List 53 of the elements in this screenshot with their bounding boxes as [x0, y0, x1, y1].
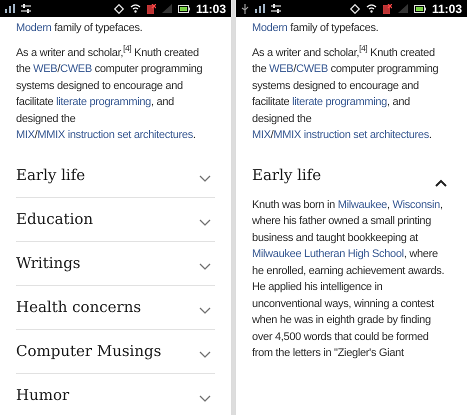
- link[interactable]: Modern: [252, 22, 288, 34]
- section-header[interactable]: Writings: [16, 242, 215, 284]
- battery-icon: [414, 4, 426, 12]
- signal-bars-icon: [5, 4, 15, 13]
- link[interactable]: literate programming: [292, 96, 387, 108]
- chevron-up-icon: [435, 178, 447, 186]
- link[interactable]: CWEB: [60, 63, 92, 75]
- cell-signal-icon: [162, 4, 172, 13]
- chevron-down-icon: [199, 262, 211, 270]
- sliders-icon: [21, 4, 31, 13]
- link[interactable]: Wisconsin: [392, 198, 440, 210]
- status-time: 11:03: [196, 2, 226, 14]
- section-header[interactable]: Computer Musings: [16, 330, 215, 372]
- wifi-icon: [130, 4, 141, 13]
- section-header[interactable]: Education: [16, 198, 215, 240]
- section-header[interactable]: Early life: [252, 154, 451, 196]
- battery-icon: [178, 4, 190, 12]
- paragraph: As a writer and scholar,$^{[4]}$ Knuth created the WEB/CWEB computer programming systems designed to encourage and facilitate literate programming, and designed the MIX/MMIX instruction set architectures.: [16, 44, 204, 143]
- usb-icon: [241, 4, 249, 14]
- sliders-icon: [271, 4, 281, 13]
- chevron-down-icon: [199, 350, 211, 358]
- paragraph: Knuth was born in Milwaukee, Wisconsin, where his father owned a small printing business and taught bookkeeping at Milwaukee Lutheran High School, where he enrolled, earning achievement awards. He applied his intelligence in unconventional ways, winning a contest when he was in eighth grade by finding over 4,500 words that could be formed from the letters in "Ziegler's Giant: [252, 198, 446, 361]
- paragraph: Modern family of typefaces.: [16, 21, 144, 36]
- chevron-down-icon: [199, 306, 211, 314]
- cell-signal-icon: [398, 4, 408, 13]
- link[interactable]: instruction set architectures: [68, 129, 193, 141]
- chevron-down-icon: [199, 394, 211, 402]
- wifi-icon: [366, 4, 377, 13]
- link[interactable]: Milwaukee Lutheran High School: [252, 248, 404, 260]
- link[interactable]: MIX: [252, 129, 271, 141]
- status-time: 11:03: [432, 2, 462, 14]
- sim-error-icon: [146, 4, 156, 14]
- section-header[interactable]: Early life: [16, 154, 215, 196]
- link[interactable]: Milwaukee: [338, 198, 387, 210]
- link[interactable]: literate programming: [56, 96, 151, 108]
- link[interactable]: MIX: [16, 129, 35, 141]
- link[interactable]: WEB: [269, 63, 294, 75]
- section-header[interactable]: Health concerns: [16, 286, 215, 328]
- section-header[interactable]: Humor: [16, 374, 215, 415]
- chevron-down-icon: [199, 174, 211, 182]
- link[interactable]: instruction set architectures: [304, 129, 429, 141]
- link[interactable]: MMIX: [37, 129, 68, 141]
- rotate-icon: [114, 4, 124, 14]
- link[interactable]: MMIX: [273, 129, 304, 141]
- rotate-icon: [350, 4, 360, 14]
- paragraph: As a writer and scholar,$^{[4]}$ Knuth created the WEB/CWEB computer programming systems designed to encourage and facilitate literate programming, and designed the MIX/MMIX instruction set architectures.: [252, 44, 440, 143]
- sim-error-icon: [382, 4, 392, 14]
- chevron-down-icon: [199, 218, 211, 226]
- signal-bars-icon: [255, 4, 265, 13]
- paragraph: Modern family of typefaces.: [252, 21, 380, 36]
- link[interactable]: WEB: [33, 63, 58, 75]
- link[interactable]: Modern: [16, 22, 52, 34]
- link[interactable]: CWEB: [296, 63, 328, 75]
